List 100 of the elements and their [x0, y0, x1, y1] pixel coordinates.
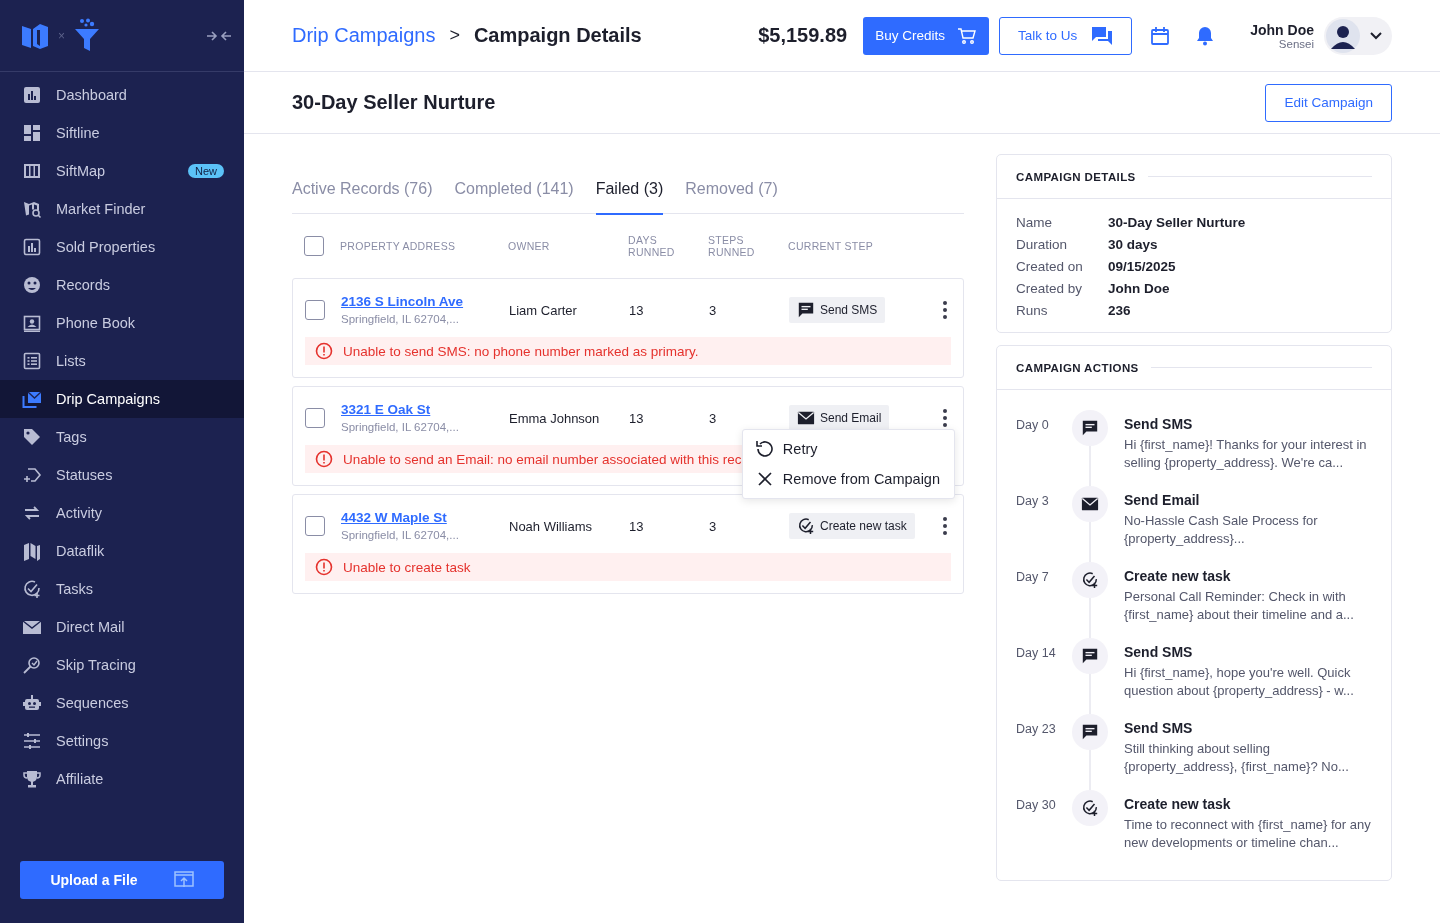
- action-title: Send SMS: [1124, 644, 1194, 660]
- upload-button[interactable]: Upload a File: [20, 861, 224, 899]
- calendar-icon[interactable]: [1150, 25, 1171, 46]
- map-icon: [22, 161, 42, 181]
- nav-item[interactable]: Skip Tracing: [0, 646, 244, 684]
- alert-icon: [315, 450, 333, 468]
- breadcrumb-separator: >: [449, 25, 460, 46]
- day-label: Day 7: [1016, 569, 1050, 586]
- check-circle-plus-icon: [1081, 799, 1099, 817]
- action-title: Create new task: [1124, 796, 1232, 812]
- detail-label: Created on: [1016, 259, 1084, 274]
- nav-item[interactable]: Settings: [0, 722, 244, 760]
- day-label: Day 30: [1016, 797, 1057, 814]
- breadcrumb-link[interactable]: Drip Campaigns: [292, 24, 436, 47]
- more-icon[interactable]: [943, 301, 947, 319]
- address-link[interactable]: 2136 S Lincoln Ave: [341, 293, 509, 309]
- row-checkbox[interactable]: [305, 408, 325, 428]
- chat-icon: [797, 301, 815, 319]
- action-text: Hi {first_name}! Thanks for your interest in selling {property_address}. We're ca...: [1124, 436, 1368, 472]
- column-header: OWNER: [508, 240, 551, 252]
- avatar-icon: [1326, 18, 1360, 53]
- more-icon[interactable]: [943, 517, 947, 535]
- user-menu[interactable]: [1324, 16, 1392, 55]
- city-text: Springfield, IL 62704,...: [341, 528, 459, 541]
- nav-item[interactable]: Sequences: [0, 684, 244, 722]
- collapse-icon[interactable]: [206, 28, 232, 43]
- list-icon: [22, 351, 42, 371]
- step-chip: Create new task: [789, 513, 915, 539]
- nav-item[interactable]: Dashboard: [0, 76, 244, 114]
- layout-icon: [22, 123, 42, 143]
- page-title: 30-Day Seller Nurture: [292, 91, 496, 114]
- error-message: Unable to send an Email: no email number associated with this rec: [343, 451, 742, 467]
- bell-icon[interactable]: [1196, 25, 1215, 46]
- detail-label: Name: [1016, 215, 1053, 230]
- face-icon: [22, 275, 42, 295]
- envelope-icon: [1081, 495, 1099, 513]
- nav-item[interactable]: SiftMap New: [0, 152, 244, 190]
- nav-item[interactable]: Affiliate: [0, 760, 244, 798]
- menu-item[interactable]: Remove from Campaign: [742, 464, 954, 494]
- address-link[interactable]: 4432 W Maple St: [341, 509, 509, 525]
- check-circle-plus-icon: [1081, 571, 1099, 589]
- trophy-icon: [22, 769, 42, 789]
- tab[interactable]: Failed (3): [595, 154, 664, 215]
- panel-title: CAMPAIGN ACTIONS: [1016, 361, 1139, 374]
- nav-item[interactable]: Activity: [0, 494, 244, 532]
- edit-campaign-button[interactable]: Edit Campaign: [1265, 83, 1392, 122]
- menu-item[interactable]: Retry: [742, 434, 832, 464]
- map-search-icon: [22, 199, 42, 219]
- city-text: Springfield, IL 62704,...: [341, 312, 459, 325]
- city-text: Springfield, IL 62704,...: [341, 420, 459, 433]
- owner-cell-text: Liam Carter: [509, 302, 578, 318]
- select-all-checkbox[interactable]: [304, 236, 324, 256]
- talk-to-us-button[interactable]: Talk to Us: [998, 16, 1133, 55]
- upload-icon: [173, 871, 194, 889]
- tag-icon: [22, 427, 42, 447]
- nav-item[interactable]: Siftline: [0, 114, 244, 152]
- owner-cell-text: Noah Williams: [509, 518, 594, 534]
- column-header: DAYS RUNNED: [628, 234, 676, 258]
- chevron-down-icon: [1370, 31, 1382, 40]
- chat-icon: [1081, 419, 1099, 437]
- cart-icon: [956, 26, 977, 45]
- chat-icon: [1081, 647, 1099, 665]
- nav-item[interactable]: Dataflik: [0, 532, 244, 570]
- row-checkbox[interactable]: [305, 516, 325, 536]
- step-chip: Send SMS: [789, 297, 886, 323]
- days-cell-text: 13: [629, 410, 645, 426]
- detail-value: 30 days: [1108, 237, 1159, 252]
- address-link[interactable]: 3321 E Oak St: [341, 401, 509, 417]
- nav-item[interactable]: Records: [0, 266, 244, 304]
- buy-credits-button[interactable]: Buy Credits: [863, 16, 989, 55]
- owner-cell-text: Emma Johnson: [509, 410, 601, 426]
- days-cell-text: 13: [629, 518, 645, 534]
- nav-item[interactable]: Drip Campaigns: [0, 380, 244, 418]
- day-label: Day 0: [1016, 417, 1050, 434]
- envelope-stack-icon: [22, 389, 42, 409]
- logo-separator: ×: [58, 28, 65, 43]
- status-tag-icon: [22, 465, 42, 485]
- nav-item[interactable]: Market Finder: [0, 190, 244, 228]
- nav-item[interactable]: Tags: [0, 418, 244, 456]
- action-title: Send SMS: [1124, 416, 1194, 432]
- chat-icon: [1091, 25, 1114, 46]
- map-fold-icon: [22, 541, 42, 561]
- nav-item[interactable]: Tasks: [0, 570, 244, 608]
- nav-item[interactable]: Phone Book: [0, 304, 244, 342]
- bar-chart-icon: [22, 237, 42, 257]
- nav-item[interactable]: Lists: [0, 342, 244, 380]
- detail-value: 30-Day Seller Nurture: [1108, 215, 1247, 230]
- row-checkbox[interactable]: [305, 300, 325, 320]
- error-message: Unable to create task: [343, 559, 471, 575]
- detail-value: John Doe: [1108, 281, 1171, 296]
- nav-item[interactable]: Direct Mail: [0, 608, 244, 646]
- step-chip: Send Email: [789, 405, 890, 431]
- user-role: Sensei: [1278, 37, 1314, 50]
- action-text: Personal Call Reminder: Check in with {first_name} about their timeline and a...: [1124, 588, 1355, 624]
- nav-item[interactable]: Statuses: [0, 456, 244, 494]
- day-label: Day 14: [1016, 645, 1057, 662]
- nav-item[interactable]: Sold Properties: [0, 228, 244, 266]
- action-text: Still thinking about selling {property_address}, {first_name}? No...: [1124, 740, 1350, 776]
- user-name: John Doe: [1250, 21, 1314, 38]
- more-icon[interactable]: [943, 409, 947, 427]
